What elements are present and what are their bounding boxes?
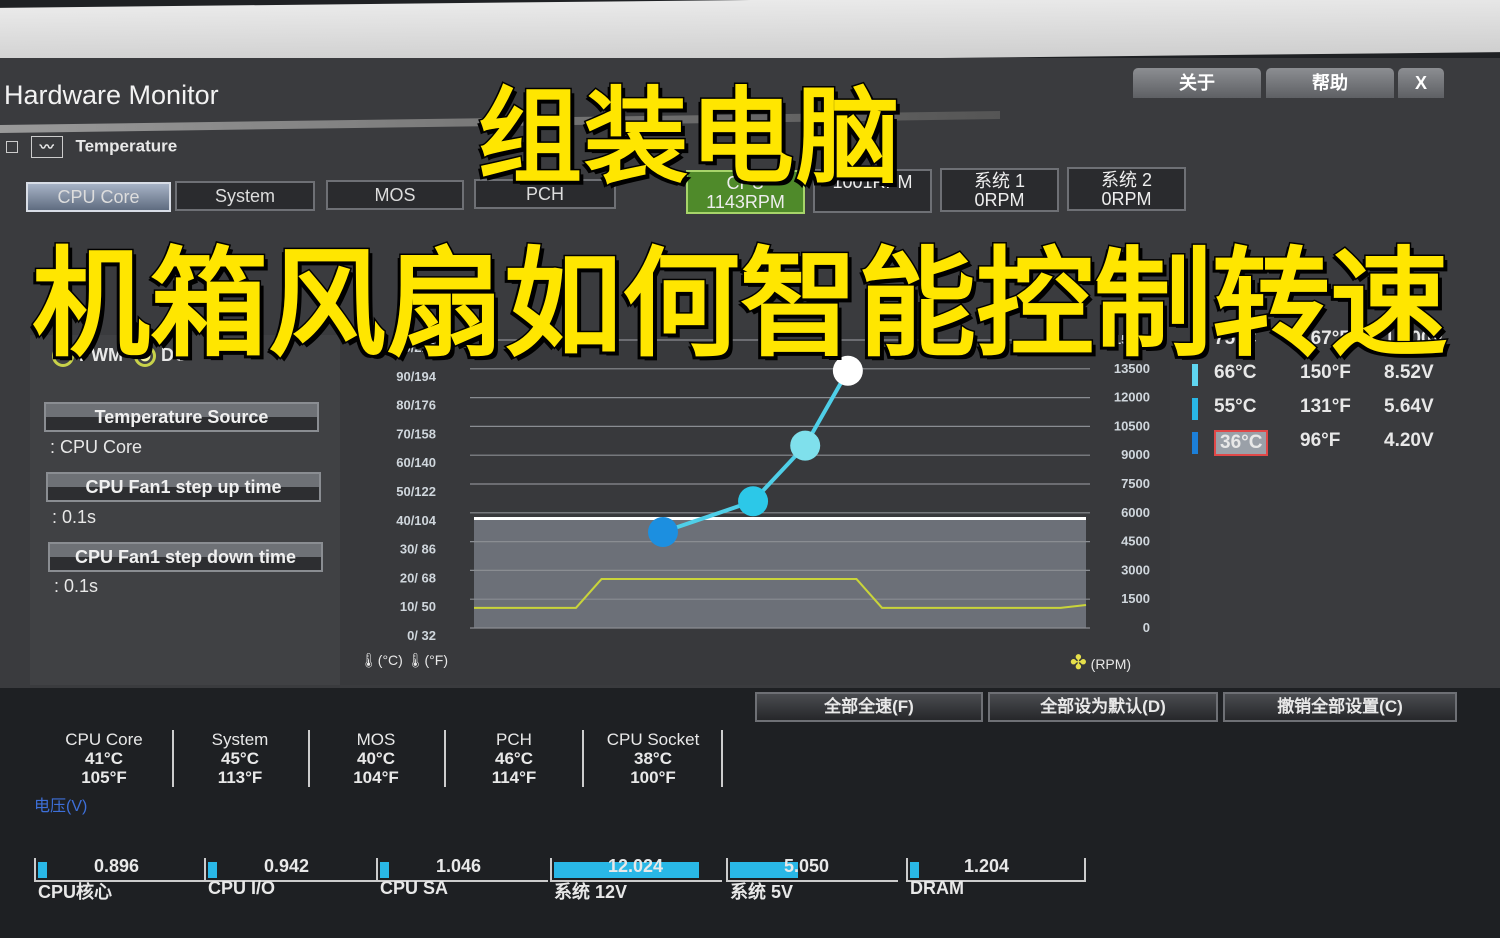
point-temp-f: 131°F [1300, 396, 1351, 417]
right-tick-label: 0 [1143, 620, 1150, 635]
temp-readout: CPU Socket 38°C 100°F [585, 730, 723, 787]
point-voltage: 5.64V [1384, 396, 1434, 417]
left-tick-label: 0/ 32 [407, 628, 436, 643]
fan-history-area [474, 518, 1086, 628]
sensor-name: MOS [356, 730, 396, 749]
point-temp-f: 96°F [1300, 430, 1341, 451]
fahrenheit-unit: (°F) [424, 652, 448, 668]
thermometer-icon: 🌡 [406, 652, 425, 668]
left-tick-label: 60/140 [396, 455, 436, 470]
curve-point-row[interactable]: 55°C 131°F 5.64V [1192, 396, 1452, 424]
curve-point-row[interactable]: 36°C 96°F 4.20V [1192, 430, 1452, 458]
temp-readout: System 45°C 113°F [172, 730, 310, 787]
left-tick-label: 10/ 50 [400, 599, 436, 614]
voltage-level-fill [380, 862, 389, 878]
left-tick-label: 30/ 86 [400, 542, 436, 557]
voltage-level-fill [208, 862, 217, 878]
right-tick-label: 4500 [1121, 534, 1150, 549]
voltage-value: 1.204 [964, 856, 1010, 876]
fan-curve-point[interactable] [648, 517, 678, 547]
full-speed-button[interactable]: 全部全速(F) [755, 692, 983, 722]
rpm-unit: (RPM) [1090, 656, 1132, 672]
left-tick-label: 40/104 [396, 513, 437, 528]
fan-icon: ✤ [1070, 652, 1087, 674]
sensor-f: 104°F [353, 768, 399, 787]
right-tick-label: 6000 [1121, 505, 1150, 520]
fan-curve-point[interactable] [790, 430, 821, 461]
voltage-label: CPU I/O [208, 878, 276, 898]
celsius-unit: (°C) [377, 652, 403, 668]
point-voltage: 4.20V [1384, 430, 1434, 451]
all-default-button[interactable]: 全部设为默认(D) [988, 692, 1218, 722]
right-tick-label: 1500 [1121, 591, 1150, 606]
point-color-marker [1192, 432, 1198, 454]
voltage-value: 1.046 [436, 856, 482, 876]
voltage-meter: 0.896 CPU核心 [34, 856, 206, 902]
sensor-name: PCH [496, 730, 532, 749]
sensor-f: 105°F [81, 768, 127, 787]
overlay-title-line1: 组装电脑 [476, 79, 903, 198]
temp-readout: CPU Core 41°C 105°F [36, 730, 174, 787]
sensor-f: 100°F [630, 768, 676, 787]
voltage-label: CPU SA [380, 878, 449, 898]
point-temp-c[interactable]: 36°C [1214, 430, 1269, 456]
right-tick-label: 10500 [1114, 418, 1150, 433]
overlay-title-line2: 机箱风扇如何智能控制转速 [30, 238, 1449, 373]
sensor-name: System [211, 730, 269, 749]
left-tick-label: 20/ 68 [400, 570, 436, 585]
temp-unit-legend: 🌡(°C) 🌡(°F) [360, 652, 448, 669]
sensor-c: 38°C [634, 749, 672, 768]
voltage-level-fill [910, 862, 919, 878]
voltage-meter: 5.050 系统 5V [726, 856, 898, 902]
thermometer-icon: 🌡 [360, 652, 378, 668]
temp-readout: PCH 46°C 114°F [446, 730, 584, 787]
sensor-c: 46°C [495, 749, 533, 768]
voltage-value: 0.896 [94, 856, 140, 876]
voltage-value: 12.024 [608, 856, 664, 876]
left-tick-label: 50/122 [396, 484, 436, 499]
rpm-unit-legend: ✤ (RPM) [1070, 650, 1131, 675]
right-tick-label: 12000 [1114, 390, 1150, 405]
right-tick-label: 3000 [1121, 562, 1150, 577]
sensor-name: CPU Core [65, 730, 143, 749]
right-tick-label: 7500 [1121, 476, 1150, 491]
voltage-label: 系统 12V [554, 882, 628, 902]
voltage-meter: 1.204 DRAM [906, 856, 1086, 898]
voltage-heading: 电压(V) [34, 798, 88, 815]
voltage-label: CPU核心 [38, 882, 113, 902]
sensor-c: 45°C [221, 749, 259, 768]
voltage-meter: 1.046 CPU SA [376, 856, 548, 898]
voltage-meter: 0.942 CPU I/O [204, 856, 376, 898]
voltage-value: 0.942 [264, 856, 310, 876]
point-color-marker [1192, 398, 1198, 420]
left-tick-label: 80/176 [396, 398, 436, 413]
voltage-value: 5.050 [784, 856, 830, 876]
sensor-f: 114°F [491, 768, 537, 787]
sensor-f: 113°F [217, 768, 263, 787]
voltage-level-fill [38, 862, 47, 878]
sensor-c: 41°C [85, 749, 123, 768]
voltage-meter: 12.024 系统 12V [550, 856, 722, 902]
sensor-name: CPU Socket [606, 730, 700, 749]
point-temp-c: 55°C [1214, 396, 1257, 417]
voltage-label: 系统 5V [730, 882, 794, 902]
temp-readout: MOS 40°C 104°F [308, 730, 446, 787]
sensor-c: 40°C [357, 749, 395, 768]
left-tick-label: 70/158 [396, 426, 436, 441]
undo-all-button[interactable]: 撤销全部设置(C) [1223, 692, 1457, 722]
voltage-label: DRAM [910, 878, 964, 898]
fan-curve-point[interactable] [738, 486, 769, 517]
right-tick-label: 9000 [1121, 447, 1150, 462]
